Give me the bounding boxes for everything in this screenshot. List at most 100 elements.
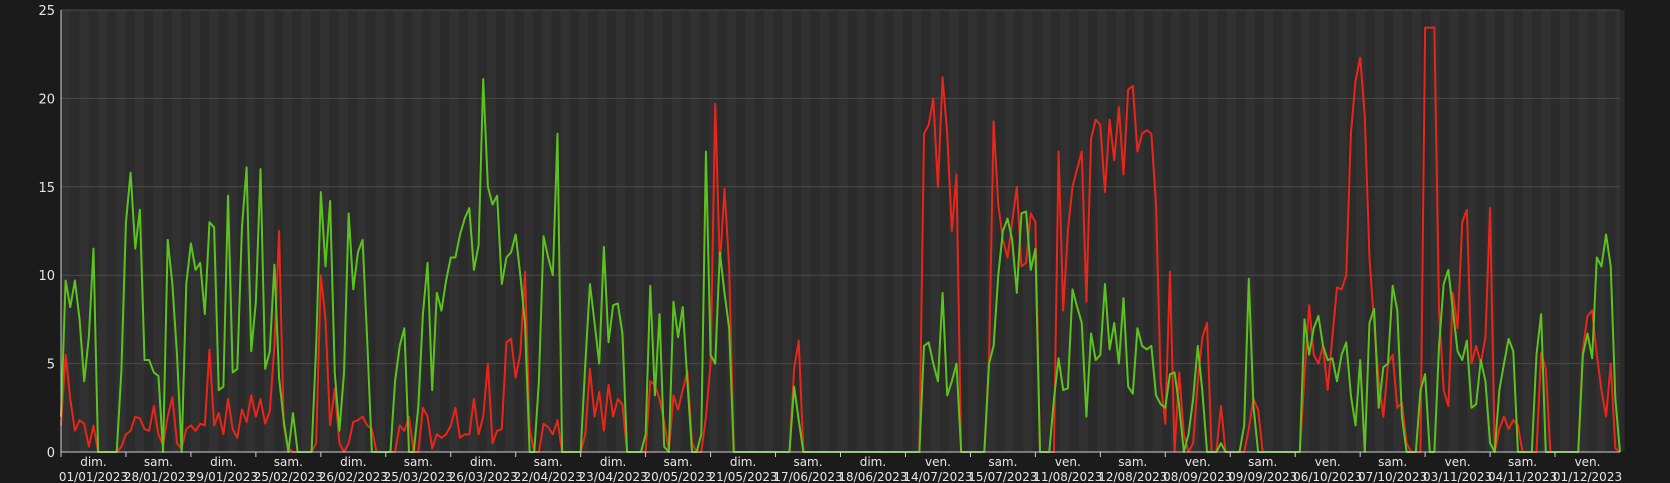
plot-stripe	[597, 10, 607, 452]
y-tick-label: 10	[38, 269, 55, 284]
x-tick-date-label: 15/07/2023	[968, 470, 1037, 483]
plot-stripe	[1263, 10, 1274, 452]
x-tick-date-label: 17/06/2023	[773, 470, 842, 483]
plot-stripe	[1522, 10, 1533, 452]
x-tick-date-label: 07/10/2023	[1358, 470, 1427, 483]
plot-stripe	[1504, 10, 1514, 452]
plot-stripe	[690, 10, 700, 452]
plot-stripe	[1578, 10, 1588, 452]
plot-stripe	[1467, 10, 1477, 452]
x-tick-day-label: dim.	[80, 455, 106, 469]
x-tick-day-label: ven.	[1055, 455, 1081, 469]
plot-stripe	[190, 10, 200, 452]
x-tick-day-label: sam.	[534, 455, 563, 469]
line-chart: 0510152025 dim.01/01/2023sam.28/01/2023d…	[0, 0, 1670, 483]
x-tick-date-label: 26/02/2023	[319, 470, 388, 483]
x-tick-day-label: ven.	[925, 455, 951, 469]
x-tick-date-label: 12/08/2023	[1098, 470, 1167, 483]
x-tick-day-label: sam.	[793, 455, 822, 469]
x-tick-day-label: sam.	[144, 455, 173, 469]
x-tick-date-label: 08/09/2023	[1163, 470, 1232, 483]
plot-stripe	[449, 10, 459, 452]
plot-stripe	[172, 10, 182, 452]
plot-stripe	[412, 10, 422, 452]
plot-stripe	[764, 10, 774, 452]
plot-stripe	[1337, 10, 1348, 452]
plot-stripe	[930, 10, 940, 452]
x-tick-day-label: ven.	[1185, 455, 1211, 469]
x-tick-day-label: sam.	[1508, 455, 1537, 469]
plot-stripe	[542, 10, 552, 452]
y-tick-label: 20	[38, 92, 55, 107]
x-tick-day-label: dim.	[210, 455, 236, 469]
plot-stripe	[375, 10, 385, 452]
x-tick-date-label: 04/11/2023	[1488, 470, 1557, 483]
plot-stripe	[671, 10, 681, 452]
plot-stripe	[1134, 10, 1144, 452]
plot-stripe	[1282, 10, 1292, 452]
plot-stripe	[1411, 10, 1422, 452]
x-tick-date-label: 01/12/2023	[1553, 470, 1622, 483]
x-tick-day-label: ven.	[1315, 455, 1341, 469]
x-tick-day-label: dim.	[860, 455, 886, 469]
x-tick-day-label: dim.	[470, 455, 496, 469]
plot-stripe	[98, 10, 108, 452]
plot-stripe	[468, 10, 478, 452]
x-tick-day-label: dim.	[600, 455, 626, 469]
plot-stripe	[357, 10, 367, 452]
x-tick-date-label: 29/01/2023	[189, 470, 258, 483]
plot-stripe	[283, 10, 293, 452]
plot-stripe	[1559, 10, 1570, 452]
x-tick-date-label: 14/07/2023	[903, 470, 972, 483]
x-tick-date-label: 20/05/2023	[644, 470, 713, 483]
plot-stripe	[634, 10, 644, 452]
x-tick-date-label: 25/02/2023	[254, 470, 323, 483]
x-tick-day-label: sam.	[404, 455, 433, 469]
plot-stripe	[1115, 10, 1126, 452]
x-tick-day-label: sam.	[1118, 455, 1147, 469]
x-tick-day-label: sam.	[274, 455, 303, 469]
y-tick-label: 15	[38, 181, 55, 196]
plot-stripe	[79, 10, 89, 452]
plot-stripe	[1615, 10, 1625, 452]
x-tick-day-label: sam.	[988, 455, 1017, 469]
x-tick-day-label: sam.	[664, 455, 693, 469]
plot-stripe	[893, 10, 903, 452]
y-tick-label: 0	[47, 446, 55, 461]
plot-stripe	[856, 10, 866, 452]
x-tick-day-label: ven.	[1575, 455, 1601, 469]
plot-stripe	[819, 10, 829, 452]
plot-stripe	[486, 10, 496, 452]
x-tick-date-label: 23/04/2023	[579, 470, 648, 483]
x-tick-date-label: 11/08/2023	[1033, 470, 1102, 483]
plot-stripe	[801, 10, 811, 452]
plot-stripe	[1226, 10, 1237, 452]
plot-stripe	[875, 10, 885, 452]
x-tick-day-label: sam.	[1248, 455, 1277, 469]
plot-stripe	[1041, 10, 1051, 452]
x-tick-day-label: sam.	[1378, 455, 1407, 469]
x-tick-day-label: dim.	[730, 455, 756, 469]
x-tick-day-label: dim.	[340, 455, 366, 469]
plot-stripe	[1097, 10, 1107, 452]
plot-stripe	[745, 10, 755, 452]
y-tick-label: 5	[47, 358, 55, 373]
x-tick-date-label: 28/01/2023	[124, 470, 193, 483]
plot-stripe	[838, 10, 848, 452]
plot-stripe	[967, 10, 977, 452]
x-tick-date-label: 21/05/2023	[708, 470, 777, 483]
plot-stripe	[1448, 10, 1459, 452]
y-tick-label: 25	[38, 4, 55, 19]
x-tick-date-label: 01/01/2023	[59, 470, 128, 483]
plot-stripe	[505, 10, 515, 452]
plot-stripe	[301, 10, 311, 452]
x-tick-date-label: 26/03/2023	[449, 470, 518, 483]
x-tick-date-label: 25/03/2023	[384, 470, 453, 483]
x-tick-date-label: 18/06/2023	[838, 470, 907, 483]
plot-stripe	[782, 10, 792, 452]
x-tick-date-label: 09/09/2023	[1228, 470, 1297, 483]
x-tick-date-label: 22/04/2023	[514, 470, 583, 483]
x-tick-day-label: ven.	[1445, 455, 1471, 469]
x-tick-date-label: 03/11/2023	[1423, 470, 1492, 483]
x-tick-date-label: 06/10/2023	[1293, 470, 1362, 483]
